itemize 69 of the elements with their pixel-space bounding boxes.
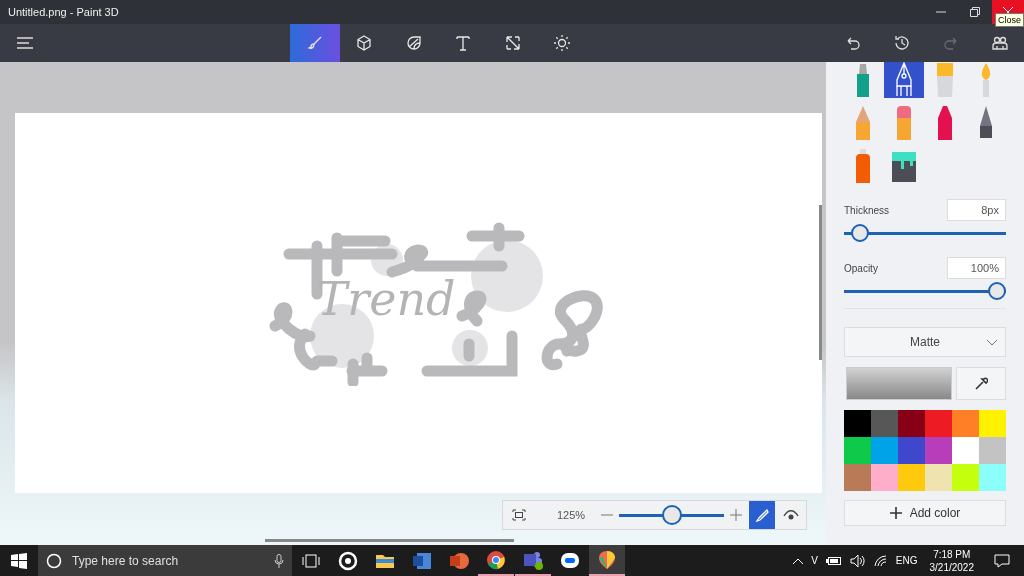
- microphone-icon[interactable]: [274, 553, 284, 568]
- color-swatch[interactable]: [952, 437, 979, 464]
- color-swatch[interactable]: [898, 464, 925, 491]
- ring-icon: [337, 549, 359, 572]
- input-method-indicator[interactable]: V: [811, 555, 818, 566]
- color-swatch[interactable]: [952, 464, 979, 491]
- color-swatch[interactable]: [871, 464, 898, 491]
- paint-app-icon[interactable]: [589, 545, 625, 576]
- chevron-up-icon[interactable]: [793, 557, 804, 564]
- color-swatch[interactable]: [925, 410, 952, 437]
- thickness-label: Thickness: [844, 204, 889, 216]
- effects-icon: [553, 34, 572, 52]
- color-swatch[interactable]: [844, 464, 871, 491]
- color-swatch[interactable]: [898, 437, 925, 464]
- eyedropper-button[interactable]: [956, 367, 1006, 400]
- tooltip: Close: [995, 13, 1024, 27]
- color-swatch[interactable]: [952, 410, 979, 437]
- chevron-down-icon: [987, 340, 997, 346]
- color-swatch[interactable]: [844, 410, 871, 437]
- opacity-label: Opacity: [844, 262, 878, 274]
- pen-icon: [755, 508, 770, 522]
- color-swatch[interactable]: [925, 464, 952, 491]
- color-swatch[interactable]: [979, 410, 1006, 437]
- thickness-field[interactable]: 8px: [947, 199, 1006, 221]
- eye-icon: [783, 509, 800, 521]
- pen-button[interactable]: [749, 501, 776, 529]
- notification-icon[interactable]: [994, 553, 1010, 568]
- restore-icon: [970, 7, 980, 17]
- community-icon: [991, 34, 1009, 52]
- add-color-button[interactable]: Add color: [844, 500, 1006, 526]
- scrollbar[interactable]: [819, 205, 822, 360]
- zoom-value: 125%: [557, 509, 586, 521]
- plus-icon: [730, 509, 743, 521]
- menu-icon: [17, 37, 33, 49]
- plus-icon: [889, 507, 902, 519]
- history-icon: [893, 34, 911, 52]
- current-color-swatch[interactable]: [846, 367, 952, 400]
- color-swatch[interactable]: [898, 410, 925, 437]
- calligraphy-tool[interactable]: [884, 62, 924, 98]
- clock-time[interactable]: 7:18 PM: [933, 547, 971, 561]
- color-swatch[interactable]: [925, 437, 952, 464]
- color-swatch[interactable]: [844, 437, 871, 464]
- eyedropper-icon: [974, 376, 988, 391]
- circle-icon[interactable]: [46, 552, 62, 569]
- canvas-icon: [503, 34, 522, 52]
- clock-date[interactable]: 3/21/2022: [929, 560, 974, 574]
- drawn-text: Trend: [316, 271, 456, 326]
- finish-dropdown[interactable]: Matte: [844, 327, 1006, 357]
- stickers-icon: [404, 34, 423, 52]
- color-swatch[interactable]: [871, 410, 898, 437]
- color-swatch[interactable]: [979, 464, 1006, 491]
- search-field[interactable]: Type here to search: [70, 552, 266, 569]
- windows-logo-icon: [11, 552, 27, 569]
- paint-icon: [596, 548, 618, 571]
- fit-to-screen-icon: [512, 509, 526, 521]
- search-bar[interactable]: Type here to search: [38, 545, 292, 576]
- battery-icon[interactable]: [825, 555, 842, 566]
- color-swatch[interactable]: [871, 437, 898, 464]
- wifi-icon[interactable]: [873, 554, 888, 567]
- text-icon: [454, 34, 473, 52]
- language-indicator[interactable]: ENG: [895, 555, 918, 566]
- chrome-icon: [485, 548, 507, 571]
- scrollbar[interactable]: [265, 539, 514, 542]
- opacity-field[interactable]: 100%: [947, 257, 1006, 279]
- task-view-icon: [302, 553, 320, 568]
- window-title: Untitled.png - Paint 3D: [7, 6, 119, 18]
- color-swatch[interactable]: [979, 437, 1006, 464]
- speaker-icon[interactable]: [849, 553, 866, 568]
- shapes-icon: [355, 34, 374, 52]
